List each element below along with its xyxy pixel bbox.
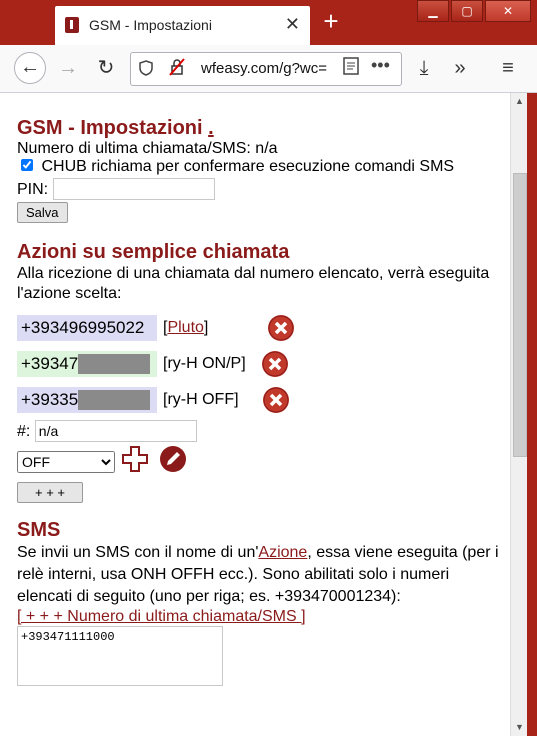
minimize-button[interactable]: ▁ bbox=[417, 0, 449, 22]
new-tab-button[interactable]: + bbox=[318, 6, 344, 36]
actions-description: Alla ricezione di una chiamata dal numer… bbox=[17, 265, 490, 302]
action-row: +393496995022 [Pluto] bbox=[17, 310, 502, 346]
hash-row: #: bbox=[17, 420, 502, 442]
action-number-text: +39347 bbox=[21, 353, 79, 373]
redacted-block bbox=[78, 390, 151, 411]
gsm-title-link[interactable]: . bbox=[208, 117, 214, 139]
confirm-checkbox-label: CHUB richiama per confermare esecuzione … bbox=[41, 158, 455, 175]
pin-row: PIN: bbox=[17, 178, 502, 200]
pin-label: PIN: bbox=[17, 181, 49, 198]
action-row: +39335 [ry-H OFF] bbox=[17, 382, 502, 418]
action-target: [ry-H OFF] bbox=[163, 391, 239, 408]
page-actions-icon[interactable]: ••• bbox=[371, 55, 390, 76]
back-button[interactable]: ← bbox=[14, 52, 46, 84]
vertical-scrollbar[interactable]: ▲ ▼ bbox=[510, 93, 528, 736]
action-target: [Pluto] bbox=[163, 319, 209, 336]
edit-pencil-icon[interactable] bbox=[159, 445, 187, 478]
maximize-button[interactable]: ▢ bbox=[451, 0, 483, 22]
overflow-menu-button[interactable]: » bbox=[446, 54, 474, 82]
hash-input[interactable] bbox=[34, 420, 197, 442]
confirm-checkbox-row: CHUB richiama per confermare esecuzione … bbox=[17, 158, 502, 176]
window-controls: ▁ ▢ ✕ bbox=[415, 0, 531, 22]
confirm-checkbox[interactable] bbox=[21, 159, 33, 171]
forward-button[interactable]: → bbox=[54, 54, 82, 82]
delete-action-icon[interactable] bbox=[261, 351, 288, 377]
action-select[interactable]: OFF bbox=[17, 450, 115, 473]
action-row: +39347 [ry-H ON/P] bbox=[17, 346, 502, 382]
action-select-row: OFF bbox=[17, 445, 502, 478]
address-bar[interactable]: wfeasy.com/g?wc= ••• bbox=[130, 52, 402, 86]
action-number-text: +39335 bbox=[21, 389, 79, 409]
window-titlebar: GSM - Impostazioni ✕ + ▁ ▢ ✕ bbox=[0, 0, 537, 45]
close-tab-icon[interactable]: ✕ bbox=[285, 14, 300, 35]
sms-description: Se invii un SMS con il nome di un'Azione… bbox=[17, 542, 502, 608]
azione-link[interactable]: Azione bbox=[258, 544, 307, 561]
hamburger-menu-button[interactable]: ≡ bbox=[494, 54, 522, 82]
scrollbar-thumb[interactable] bbox=[513, 173, 527, 457]
delete-action-icon[interactable] bbox=[268, 315, 295, 341]
page-content: GSM - Impostazioni . Numero di ultima ch… bbox=[0, 93, 510, 736]
redacted-block bbox=[78, 354, 151, 375]
window-border bbox=[527, 93, 537, 736]
sms-numbers-textarea[interactable]: +393471111000 bbox=[17, 626, 223, 686]
download-button[interactable]: ⤓ bbox=[410, 54, 438, 82]
tab-title: GSM - Impostazioni bbox=[89, 17, 212, 33]
pin-input[interactable] bbox=[52, 178, 215, 200]
action-link[interactable]: Pluto bbox=[167, 319, 203, 336]
shield-icon[interactable] bbox=[139, 60, 153, 79]
delete-action-icon[interactable] bbox=[262, 387, 289, 413]
navigation-toolbar: ← → ↻ wfeasy.com/g?wc= ••• ⤓ » ≡ bbox=[0, 45, 537, 93]
gsm-section-title: GSM - Impostazioni . bbox=[17, 117, 502, 140]
scroll-up-arrow-icon[interactable]: ▲ bbox=[511, 93, 528, 110]
action-number: +39335 bbox=[17, 386, 157, 414]
add-action-button[interactable]: + + + bbox=[17, 482, 83, 503]
hash-label: #: bbox=[17, 423, 31, 440]
action-target: [ry-H ON/P] bbox=[163, 355, 246, 372]
browser-tab[interactable]: GSM - Impostazioni ✕ bbox=[55, 6, 310, 45]
sms-section-title: SMS bbox=[17, 519, 61, 541]
reader-view-icon[interactable] bbox=[343, 57, 359, 80]
app-favicon-icon bbox=[65, 17, 79, 33]
save-button[interactable]: Salva bbox=[17, 202, 68, 223]
last-call-label: Numero di ultima chiamata/SMS: n/a bbox=[17, 140, 278, 157]
actions-section-title: Azioni su semplice chiamata bbox=[17, 241, 290, 263]
action-number: +393496995022 bbox=[17, 315, 157, 341]
add-cross-icon[interactable] bbox=[121, 445, 149, 478]
gsm-title-text: GSM - Impostazioni bbox=[17, 117, 203, 139]
url-text[interactable]: wfeasy.com/g?wc= bbox=[201, 60, 341, 77]
action-number: +39347 bbox=[17, 350, 157, 378]
sms-desc-before: Se invii un SMS con il nome di un' bbox=[17, 544, 259, 561]
reload-button[interactable]: ↻ bbox=[92, 54, 120, 82]
close-window-button[interactable]: ✕ bbox=[485, 0, 531, 22]
scroll-down-arrow-icon[interactable]: ▼ bbox=[511, 719, 528, 736]
add-last-number-link[interactable]: [ + + + Numero di ultima chiamata/SMS ] bbox=[17, 608, 306, 625]
insecure-lock-icon[interactable] bbox=[169, 58, 185, 80]
